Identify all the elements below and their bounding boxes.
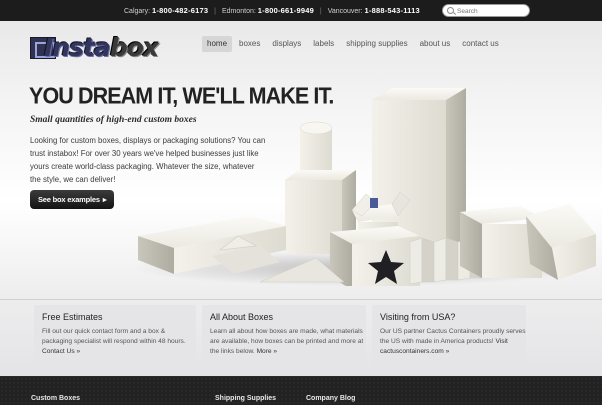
card-body: Learn all about how boxes are made, what… [210,327,366,357]
more-link[interactable]: More » [257,348,278,355]
nav-shipping-supplies[interactable]: shipping supplies [341,36,412,52]
search-input[interactable] [457,6,527,16]
nav-labels[interactable]: labels [308,36,339,52]
card-free-estimates: Free Estimates Fill out our quick contac… [34,305,196,367]
main-nav: home boxes displays labels shipping supp… [202,36,506,52]
nav-about-us[interactable]: about us [415,36,456,52]
chevron-right-icon: ▸ [102,195,107,204]
main-panel: Instabox home boxes displays labels ship… [0,21,602,299]
card-body-text: Fill out our quick contact form and a bo… [42,328,186,345]
footer-heading-company-blog[interactable]: Company Blog [306,395,355,402]
phone-city-calgary: Calgary: [124,8,151,15]
nav-displays[interactable]: displays [267,36,306,52]
nav-contact-us[interactable]: contact us [457,36,503,52]
nav-home[interactable]: home [202,36,233,52]
search-icon[interactable] [447,7,454,14]
top-bar: Calgary: 1-800-482-6173 | Edmonton: 1-80… [0,0,602,21]
cta-label: See box examples [38,195,100,204]
footer-heading-shipping-supplies[interactable]: Shipping Supplies [215,395,276,402]
phone-number-edmonton[interactable]: 1-800-661-9949 [258,6,314,15]
info-strip: Free Estimates Fill out our quick contac… [0,299,602,376]
card-title: Visiting from USA? [380,312,456,322]
card-body: Our US partner Cactus Containers proudly… [380,327,526,357]
logo-text-part2: box [109,33,159,62]
contact-us-link[interactable]: Contact Us » [42,348,80,355]
footer: Custom Boxes Shipping Supplies Company B… [0,377,602,405]
card-body: Fill out our quick contact form and a bo… [42,327,196,357]
card-all-about-boxes: All About Boxes Learn all about how boxe… [202,305,366,367]
phone-numbers: Calgary: 1-800-482-6173 | Edmonton: 1-80… [124,6,420,15]
card-title: Free Estimates [42,312,103,322]
card-body-text: Learn all about how boxes are made, what… [210,328,364,355]
phone-number-vancouver[interactable]: 1-888-543-1113 [365,6,420,15]
phone-city-vancouver: Vancouver: [327,8,363,15]
nav-boxes[interactable]: boxes [234,36,265,52]
instabox-logo[interactable]: Instabox [30,33,184,63]
logo-wordmark: Instabox [44,33,159,62]
boxes-illustration [130,88,596,286]
phone-number-calgary[interactable]: 1-800-482-6173 [152,6,208,15]
logo-text-part1: Insta [44,33,111,62]
card-visiting-from-usa: Visiting from USA? Our US partner Cactus… [372,305,526,367]
see-box-examples-button[interactable]: See box examples ▸ [30,190,115,209]
phone-city-edmonton: Edmonton: [221,8,256,15]
search-box[interactable] [442,4,530,17]
footer-heading-custom-boxes[interactable]: Custom Boxes [31,395,80,402]
card-title: All About Boxes [210,312,274,322]
